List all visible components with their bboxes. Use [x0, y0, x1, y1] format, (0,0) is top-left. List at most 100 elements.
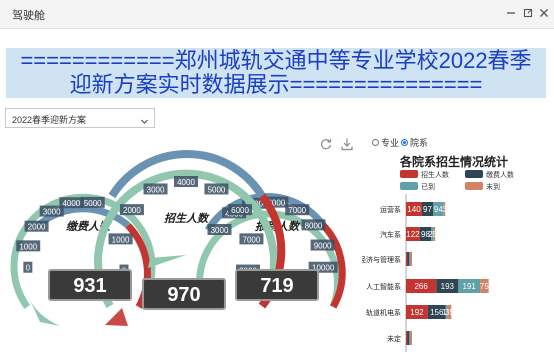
chevron-down-icon [140, 113, 149, 131]
gauge-left-tick: 2000 [24, 220, 49, 232]
radio-dept[interactable] [401, 139, 409, 146]
svg-text:未到: 未到 [486, 182, 500, 191]
close-icon[interactable] [536, 4, 552, 22]
svg-text:5: 5 [432, 230, 437, 239]
svg-text:2000: 2000 [123, 206, 141, 215]
svg-text:2000: 2000 [28, 223, 46, 232]
svg-text:3: 3 [442, 205, 447, 214]
legend-item[interactable]: 已到 [400, 182, 435, 191]
gauge-center-tick: 1000 [108, 233, 133, 245]
bar-segment: 140 [406, 202, 422, 216]
svg-text:1000: 1000 [112, 235, 130, 244]
bar-segment [410, 252, 412, 266]
gauge-center-tick: 7000 [239, 233, 264, 245]
legend-item[interactable]: 招生人数 [400, 170, 449, 179]
window-titlebar: 驾驶舱 [0, 0, 554, 29]
department-enrollment-chart: 各院系招生情况统计 招生人数 缴费人数已到 未到 运营系 140 97 94 3汽车系 122… [362, 154, 514, 352]
radio-major[interactable] [372, 139, 379, 146]
svg-text:5000: 5000 [84, 199, 102, 208]
gauge-right-value: 719 [260, 275, 293, 297]
gauge-right-tick: 7000 [285, 204, 310, 216]
bar-segment: 193 [436, 279, 459, 293]
svg-text:7000: 7000 [243, 235, 261, 244]
gauge-center-tick: 4000 [174, 176, 198, 187]
gauge-left-value: 931 [73, 275, 106, 297]
gauge-left-tick: 1000 [16, 240, 41, 252]
gauge-center-tick: 2000 [119, 204, 144, 216]
svg-text:0: 0 [26, 264, 31, 273]
svg-text:5000: 5000 [208, 185, 226, 194]
svg-text:266: 266 [414, 282, 428, 291]
svg-text:招生人数: 招生人数 [421, 170, 449, 179]
svg-text:3000: 3000 [147, 185, 165, 194]
svg-text:122: 122 [406, 230, 420, 239]
gauge-left-tick: 0 [23, 261, 33, 273]
category-label: 经济与管理系 [362, 255, 401, 264]
gauges-chart: 010002000300040005000 缴费人数 3000400050006… [10, 150, 346, 326]
refresh-icon[interactable] [319, 137, 333, 151]
svg-text:8000: 8000 [305, 221, 323, 230]
bar-segment: 192 [406, 305, 428, 319]
gauge-left-tick: 4000 [59, 197, 84, 209]
chart-title: 各院系招生情况统计 [399, 154, 508, 169]
gauge-center-title: 招生人数 [164, 212, 210, 225]
bar-segment [410, 331, 412, 345]
bar-segment: 35 [445, 305, 454, 319]
svg-text:4000: 4000 [177, 178, 195, 187]
svg-text:97: 97 [423, 205, 432, 214]
category-label: 汽车系 [380, 230, 401, 239]
svg-text:1000: 1000 [19, 242, 37, 251]
bar-segment: 191 [458, 279, 481, 293]
banner-line-1: ============郑州城轨交通中等专业学校2022春季 [20, 49, 532, 73]
maximize-icon[interactable] [520, 4, 536, 22]
plan-select-value: 2022春季迎新方案 [12, 115, 87, 125]
svg-text:6000: 6000 [231, 206, 249, 215]
gauge-left: 01000200030004000 5000 缴费人数 [10, 193, 156, 326]
gauge-right-tick: 3000 [207, 224, 232, 235]
svg-text:140: 140 [407, 205, 421, 214]
svg-text:缴费人数: 缴费人数 [486, 170, 514, 179]
gauge-center-tick: 6000 [228, 204, 253, 216]
svg-text:3000: 3000 [211, 226, 229, 235]
download-icon[interactable] [340, 137, 354, 151]
plan-select[interactable]: 2022春季迎新方案 [5, 108, 155, 128]
svg-text:193: 193 [441, 282, 455, 291]
gauge-left-readout: 931 [48, 269, 132, 301]
category-label: 未定 [387, 334, 401, 343]
svg-text:已到: 已到 [421, 183, 435, 191]
radio-major-label: 专业 [381, 138, 400, 148]
svg-text:3000: 3000 [43, 208, 61, 217]
gauge-right-tick: 9000 [310, 239, 335, 251]
banner-line-2: 迎新方案实时数据展示=============== [69, 73, 483, 97]
svg-text:35: 35 [445, 308, 454, 317]
category-label: 轨道机电系 [366, 308, 401, 317]
gauge-center-tick: 5000 [204, 183, 229, 195]
category-label: 人工智能系 [366, 282, 401, 291]
svg-text:192: 192 [410, 308, 424, 317]
svg-text:75: 75 [480, 282, 489, 291]
bar-segment [407, 331, 409, 345]
svg-text:9000: 9000 [314, 242, 332, 251]
bar-segment [409, 331, 411, 345]
svg-text:7000: 7000 [288, 206, 306, 215]
bar-segment: 5 [432, 227, 437, 241]
legend-item[interactable]: 未到 [465, 182, 500, 191]
bar-segment [406, 331, 408, 345]
gauge-center-readout: 970 [142, 278, 226, 310]
group-by-radio[interactable]: 专业 院系 [372, 136, 428, 149]
minimize-icon[interactable] [503, 4, 519, 22]
bar-segment [407, 252, 409, 266]
radio-dept-label: 院系 [410, 138, 429, 148]
window-title: 驾驶舱 [12, 10, 45, 22]
gauge-center-value: 970 [167, 284, 200, 306]
legend-item[interactable]: 缴费人数 [465, 170, 514, 179]
gauge-left-tick: 5000 [80, 196, 105, 208]
gauge-right-readout: 719 [235, 269, 319, 301]
svg-text:191: 191 [463, 282, 477, 291]
gauge-right-tick: 8000 [301, 219, 326, 231]
category-label: 运营系 [380, 205, 401, 214]
svg-text:4000: 4000 [62, 199, 80, 208]
bar-segment: 266 [406, 279, 437, 293]
bar-segment [406, 252, 408, 266]
gauge-center-tick: 3000 [143, 183, 168, 195]
